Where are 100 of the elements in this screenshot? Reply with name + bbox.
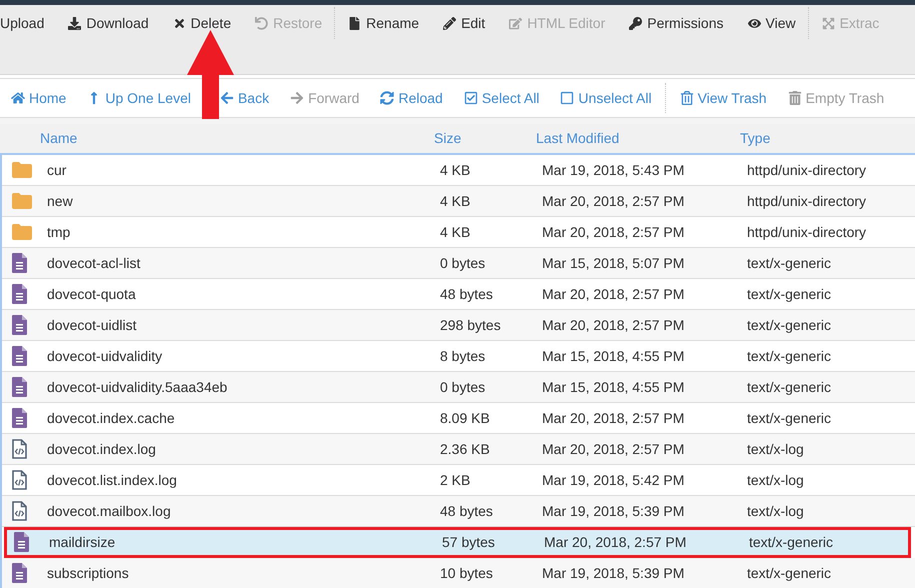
file-row[interactable]: new 4 KB Mar 20, 2018, 2:57 PM httpd/unix-directory <box>2 186 915 217</box>
file-type: text/x-log <box>747 470 804 490</box>
file-name: subscriptions <box>47 564 130 583</box>
arrow-left-icon <box>220 91 234 105</box>
file-type: httpd/unix-directory <box>747 222 866 242</box>
file-name: dovecot.index.log <box>47 440 157 459</box>
close-icon <box>172 16 186 30</box>
file-row[interactable]: dovecot-acl-list 0 bytes Mar 15, 2018, 5:07 PM text/x-generic <box>2 248 915 279</box>
trash-icon <box>680 91 694 105</box>
document-icon <box>12 346 27 366</box>
file-name: dovecot.list.index.log <box>47 470 178 490</box>
modified-date: Mar 20, 2018, 2:57 PM <box>542 222 686 242</box>
file-size: 0 bytes <box>440 254 486 273</box>
file-size: 4 KB <box>440 160 472 180</box>
modified-date: Mar 20, 2018, 2:57 PM <box>542 408 686 428</box>
reload-icon <box>380 91 394 105</box>
folder-icon <box>12 224 32 240</box>
checkbox-icon <box>464 91 478 105</box>
folder-icon <box>12 162 32 178</box>
file-type: text/x-generic <box>747 316 832 335</box>
file-row[interactable]: dovecot-uidlist 298 bytes Mar 20, 2018, 2:57 PM text/x-generic <box>2 310 915 341</box>
modified-date: Mar 15, 2018, 4:55 PM <box>542 346 686 366</box>
modified-date: Mar 19, 2018, 5:39 PM <box>542 502 686 520</box>
document-icon <box>12 408 27 428</box>
file-size: 2.36 KB <box>440 440 491 458</box>
toolbar-button[interactable]: Edit <box>431 5 498 41</box>
file-size: 298 bytes <box>440 316 502 335</box>
file-row[interactable]: subscriptions 10 bytes Mar 19, 2018, 5:39 PM text/x-generic <box>2 558 915 588</box>
modified-date: Mar 15, 2018, 5:07 PM <box>542 254 686 272</box>
undo-icon <box>255 16 268 30</box>
file-type: text/x-log <box>747 502 804 521</box>
file-size: 8.09 KB <box>440 408 491 428</box>
toolbar-button[interactable]: View <box>736 5 808 41</box>
file-size: 48 bytes <box>440 502 494 521</box>
toolbar-button[interactable]: Rename <box>336 5 432 41</box>
file-name: dovecot.index.cache <box>47 408 176 428</box>
home-icon <box>11 91 25 105</box>
arrow-right-icon <box>290 91 304 105</box>
file-type: text/x-generic <box>747 564 832 583</box>
file-type: text/x-generic <box>747 408 832 428</box>
file-name: dovecot.mailbox.log <box>47 502 172 521</box>
code-file-icon <box>12 470 27 490</box>
file-type: text/x-generic <box>749 532 834 552</box>
file-type: httpd/unix-directory <box>747 192 866 211</box>
file-name: dovecot-uidvalidity.5aaa34eb <box>47 378 228 397</box>
folder-icon <box>12 193 32 209</box>
file-icon <box>348 16 362 30</box>
pencil-icon <box>443 16 456 30</box>
toolbar-button[interactable]: Permissions <box>617 5 736 41</box>
file-size: 2 KB <box>440 470 472 490</box>
file-name: dovecot-uidlist <box>47 316 138 334</box>
file-name: tmp <box>47 222 72 242</box>
file-type: text/x-generic <box>747 378 832 397</box>
file-name: dovecot-uidvalidity <box>47 346 164 366</box>
expand-icon <box>822 16 835 30</box>
file-type: text/x-log <box>747 440 804 459</box>
modified-date: Mar 20, 2018, 2:57 PM <box>544 532 688 552</box>
file-name: dovecot-quota <box>47 284 137 304</box>
document-icon <box>12 284 27 304</box>
file-type: text/x-generic <box>747 346 832 366</box>
file-type: text/x-generic <box>747 254 832 273</box>
toolbar-button[interactable]: Delete <box>160 5 244 41</box>
modified-date: Mar 19, 2018, 5:43 PM <box>542 160 686 180</box>
document-icon <box>12 563 27 583</box>
document-icon <box>12 377 27 397</box>
file-size: 57 bytes <box>442 532 496 552</box>
file-size: 4 KB <box>440 222 472 242</box>
file-row[interactable]: dovecot-uidvalidity.5aaa34eb 0 bytes Mar 15, 2018, 4:55 PM text/x-generic <box>2 372 915 403</box>
file-type: text/x-generic <box>747 284 832 304</box>
file-name: dovecot-acl-list <box>47 254 142 272</box>
modified-date: Mar 20, 2018, 2:57 PM <box>542 316 686 334</box>
download-icon <box>68 16 82 30</box>
file-row[interactable]: dovecot.index.log 2.36 KB Mar 20, 2018, 2:57 PM text/x-log <box>2 434 915 465</box>
document-icon <box>12 315 27 335</box>
toolbar-button[interactable]: Upload <box>0 5 56 41</box>
file-name: new <box>47 192 74 210</box>
file-row[interactable]: maildirsize 57 bytes Mar 20, 2018, 2:57 PM text/x-generic <box>4 527 911 558</box>
code-file-icon <box>12 501 27 521</box>
modified-date: Mar 20, 2018, 2:57 PM <box>542 440 686 458</box>
file-type: httpd/unix-directory <box>747 160 866 180</box>
edit-icon <box>509 16 522 30</box>
key-icon <box>629 16 642 30</box>
file-row[interactable]: dovecot.mailbox.log 48 bytes Mar 19, 2018, 5:39 PM text/x-log <box>2 496 915 527</box>
modified-date: Mar 19, 2018, 5:42 PM <box>542 470 686 490</box>
file-name: cur <box>47 160 68 180</box>
modified-date: Mar 19, 2018, 5:39 PM <box>542 564 686 582</box>
toolbar-button[interactable]: Download <box>56 5 161 41</box>
eye-icon <box>748 16 760 30</box>
code-file-icon <box>12 439 27 459</box>
file-size: 48 bytes <box>440 284 494 304</box>
document-icon <box>12 253 27 273</box>
modified-date: Mar 15, 2018, 4:55 PM <box>542 378 686 396</box>
trash-icon <box>788 91 802 105</box>
file-size: 0 bytes <box>440 378 486 397</box>
file-name: maildirsize <box>49 532 116 552</box>
file-size: 4 KB <box>440 192 472 210</box>
file-size: 10 bytes <box>440 564 494 583</box>
modified-date: Mar 20, 2018, 2:57 PM <box>542 284 686 304</box>
document-icon <box>14 532 29 552</box>
file-size: 8 bytes <box>440 346 486 366</box>
